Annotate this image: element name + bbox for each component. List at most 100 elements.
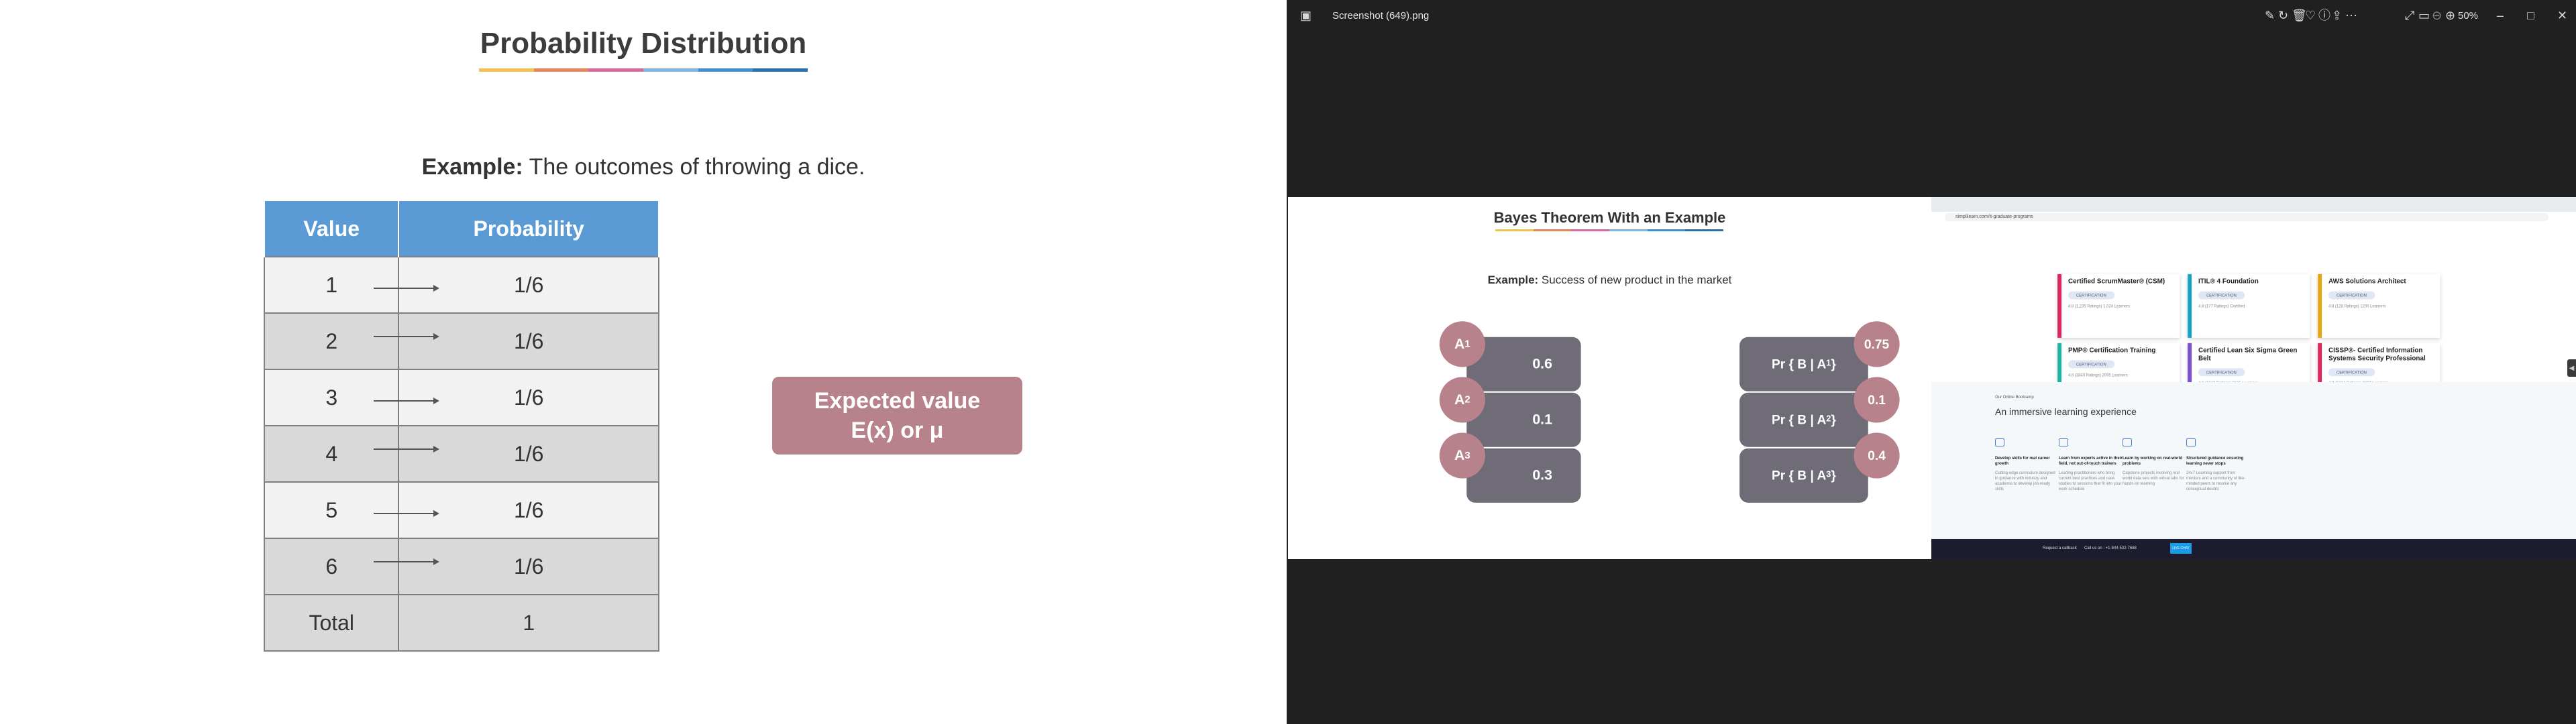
info-icon[interactable]: ⓘ xyxy=(2318,8,2330,23)
favorite-icon[interactable]: ♡ xyxy=(2305,8,2316,23)
title-underline-bar xyxy=(479,68,808,72)
prior-subscript: 2 xyxy=(1464,395,1470,405)
section-eyebrow: Our Online Bootcamp xyxy=(1995,396,2034,400)
course-meta: 4.8 (1,235 Ratings) 1,024 Learners xyxy=(2068,303,2131,309)
feature-item: Develop skills for real career growth Cut… xyxy=(1995,438,2059,492)
example-line: Example: The outcomes of throwing a dice… xyxy=(0,154,1287,180)
probability-cell: 1/6 xyxy=(374,256,659,314)
course-name: Certified ScrumMaster® (CSM) xyxy=(2068,278,2165,286)
course-name: AWS Solutions Architect xyxy=(2328,278,2406,286)
likelihood-close: } xyxy=(1831,357,1836,371)
probability-cell: 1/6 xyxy=(374,538,659,595)
course-tag: CERTIFICATION xyxy=(2328,291,2375,300)
app-icon: ▣ xyxy=(1300,9,1312,22)
likelihood-close: } xyxy=(1831,468,1836,483)
value-cell: Total xyxy=(263,594,400,652)
mapping-arrow xyxy=(374,285,440,292)
feature-desc: Capstone projects involving real world d… xyxy=(2123,471,2184,486)
share-icon[interactable]: ⇪ xyxy=(2332,8,2342,23)
maximize-icon[interactable]: □ xyxy=(2527,8,2534,23)
table-row: Total 1 xyxy=(263,594,659,652)
feature-icon xyxy=(1995,438,2004,446)
probability-text: 1/6 xyxy=(513,328,544,353)
likelihood-value: 0.1 xyxy=(1868,392,1886,408)
mapping-arrow xyxy=(374,510,440,518)
probability-text: 1 xyxy=(523,610,535,635)
zoom-out-icon[interactable]: ⊖ xyxy=(2432,8,2442,23)
bayes-slide: Bayes Theorem With an Example Example: S… xyxy=(1288,197,1931,559)
browser-footer: Request a callback Call us on : +1-844-5… xyxy=(1931,539,2576,559)
mapping-arrow xyxy=(374,333,440,340)
browser-address-bar: simplilearn.com/it-graduate-programs xyxy=(1945,213,2548,221)
feature-title: Learn from experts active in their field… xyxy=(2059,457,2123,466)
prior-value: 0.1 xyxy=(1532,412,1552,428)
header-value: Value xyxy=(263,200,400,257)
feature-item: Structured guidance ensuring learning ne… xyxy=(2186,438,2250,492)
value-cell: 6 xyxy=(263,538,400,595)
likelihood-value-pill: Pr { B | A3 } xyxy=(1739,448,1868,503)
prior-subscript: 1 xyxy=(1464,339,1470,349)
course-meta: 4.8 (177 Ratings) Certified xyxy=(2198,303,2245,309)
course-card: AWS Solutions Architect CERTIFICATION 4.8 … xyxy=(2318,274,2440,338)
edit-image-icon[interactable]: ✎ xyxy=(2265,8,2275,23)
value-cell: 2 xyxy=(263,312,400,370)
example-label: Example: xyxy=(421,154,523,180)
course-meta: 4.8 (128 Ratings) 1200 Learners xyxy=(2328,303,2386,309)
close-icon[interactable]: ✕ xyxy=(2557,8,2567,23)
zoom-level[interactable]: 50% xyxy=(2458,10,2478,21)
probability-text: 1/6 xyxy=(513,441,544,466)
probability-cell: 1/6 xyxy=(374,425,659,483)
example-text: The outcomes of throwing a dice. xyxy=(523,154,865,180)
probability-table: Value Probability 1 1/6 2 1/6 3 1/6 4 1/6 5 1/6 6 1… xyxy=(263,200,659,652)
zoom-in-icon[interactable]: ⊕ xyxy=(2445,8,2455,23)
course-card: ITIL® 4 Foundation CERTIFICATION 4.8 (177 … xyxy=(2188,274,2310,338)
table-row: 1 1/6 xyxy=(263,256,659,314)
more-icon[interactable]: ⋯ xyxy=(2345,8,2357,23)
table-row: 6 1/6 xyxy=(263,538,659,595)
probability-text: 1/6 xyxy=(513,554,544,579)
prior-circle: A2 xyxy=(1439,377,1485,423)
call-us-text: Call us on : +1-844-532-7688 xyxy=(2084,546,2137,550)
feature-icon xyxy=(2123,438,2132,446)
prior-value: 0.3 xyxy=(1532,467,1552,484)
title-bar-segment xyxy=(753,68,808,72)
minimize-icon[interactable]: – xyxy=(2497,8,2504,23)
feature-item: Learn from experts active in their field… xyxy=(2059,438,2123,492)
feature-desc: Leading practitioners who bring current … xyxy=(2059,471,2122,491)
title-bar-segment xyxy=(643,68,698,72)
likelihood-subscript: 3 xyxy=(1826,471,1831,480)
value-cell: 4 xyxy=(263,425,400,483)
probability-cell: 1/6 xyxy=(374,312,659,370)
probability-text: 1/6 xyxy=(513,272,544,297)
prior-label: A xyxy=(1454,447,1465,464)
course-name: Certified Lean Six Sigma Green Belt xyxy=(2198,347,2298,363)
title-bar-segment xyxy=(698,68,753,72)
slideshow-icon[interactable]: ▭ xyxy=(2418,8,2430,23)
probability-cell: 1/6 xyxy=(374,481,659,539)
table-row: 4 1/6 xyxy=(263,425,659,483)
course-tag: CERTIFICATION xyxy=(2198,291,2245,300)
fullscreen-icon[interactable]: ⤢ xyxy=(2405,8,2414,23)
table-row: 5 1/6 xyxy=(263,481,659,539)
slide-title: Probability Distribution xyxy=(480,27,807,60)
feature-desc: Cutting-edge curriculum designed in guid… xyxy=(1995,471,2055,491)
mapping-arrow xyxy=(374,398,440,405)
learning-experience-section: Our Online Bootcamp An immersive learnin… xyxy=(1931,382,2576,539)
browser-screenshot: simplilearn.com/it-graduate-programs Cer… xyxy=(1931,197,2576,559)
feature-icon xyxy=(2186,438,2196,446)
likelihood-subscript: 1 xyxy=(1826,359,1831,369)
likelihood-close: } xyxy=(1831,412,1836,427)
expected-value-line1: Expected value xyxy=(814,388,981,414)
rotate-icon[interactable]: ↻ xyxy=(2278,8,2288,23)
header-probability: Probability xyxy=(398,200,659,257)
prior-circle: A1 xyxy=(1439,321,1485,367)
viewer-toolbar: ▣ Screenshot (649).png ✎ ↻ 🗑 ♡ ⓘ ⇪ ⋯ ⤢ ▭… xyxy=(1288,0,2576,32)
probability-text: 1/6 xyxy=(513,385,544,410)
likelihood-circle: 0.4 xyxy=(1854,432,1900,479)
course-tag: CERTIFICATION xyxy=(2068,291,2114,300)
section-title: An immersive learning experience xyxy=(1995,406,2137,417)
prior-label: A xyxy=(1454,391,1465,408)
side-panel-toggle-icon[interactable]: ◀ xyxy=(2567,359,2576,377)
table-row: 3 1/6 xyxy=(263,369,659,426)
feature-title: Structured guidance ensuring learning ne… xyxy=(2186,457,2244,466)
